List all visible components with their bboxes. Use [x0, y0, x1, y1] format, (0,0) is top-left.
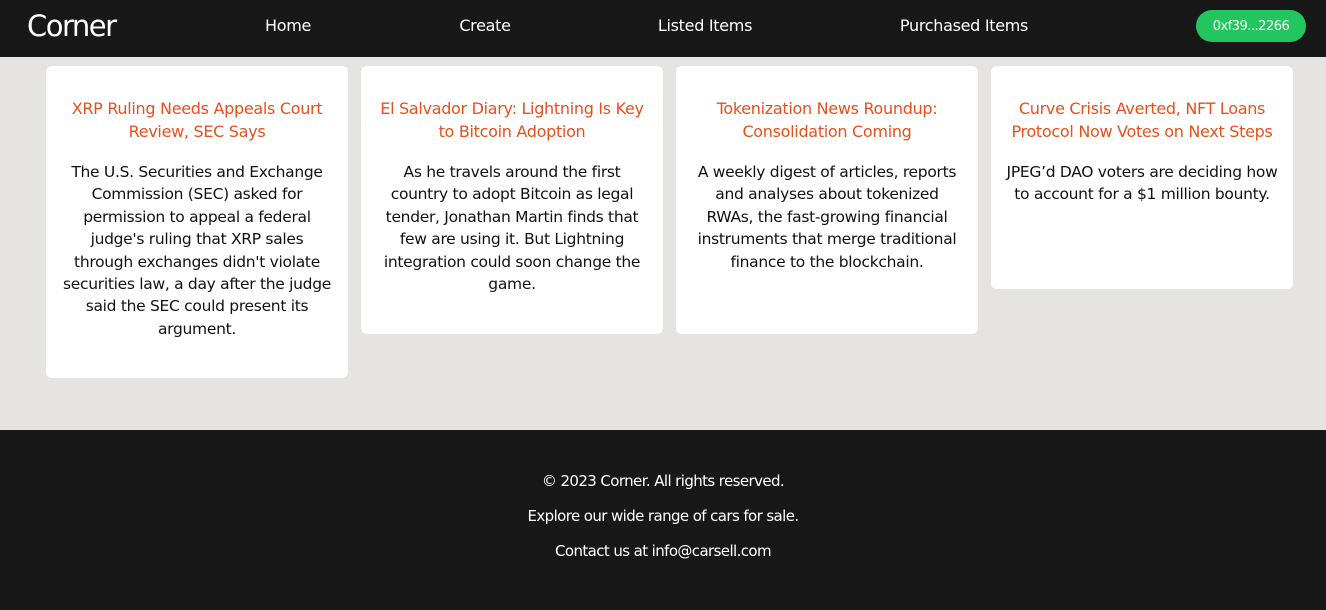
news-card-title[interactable]: El Salvador Diary: Lightning Is Key to B… [375, 98, 649, 143]
news-card[interactable]: El Salvador Diary: Lightning Is Key to B… [361, 66, 663, 334]
footer-contact: Contact us at info@carsell.com [555, 542, 772, 560]
news-card-title[interactable]: Tokenization News Roundup: Consolidation… [690, 98, 964, 143]
nav-link-home[interactable]: Home [265, 16, 311, 35]
news-card[interactable]: XRP Ruling Needs Appeals Court Review, S… [46, 66, 348, 378]
news-card-description: JPEG’d DAO voters are deciding how to ac… [1006, 163, 1278, 204]
news-card[interactable]: Tokenization News Roundup: Consolidation… [676, 66, 978, 334]
wallet-address-button[interactable]: 0xf39...2266 [1196, 10, 1306, 42]
nav-link-create[interactable]: Create [459, 16, 511, 35]
news-card-description: A weekly digest of articles, reports and… [697, 163, 957, 271]
page-footer: © 2023 Corner. All rights reserved. Expl… [0, 430, 1326, 610]
top-navbar: Corner Home Create Listed Items Purchase… [0, 0, 1326, 57]
news-card-title[interactable]: Curve Crisis Averted, NFT Loans Protocol… [1005, 98, 1279, 143]
nav-link-listed-items[interactable]: Listed Items [658, 16, 753, 35]
nav-link-purchased-items[interactable]: Purchased Items [900, 16, 1028, 35]
news-card-description: The U.S. Securities and Exchange Commiss… [63, 163, 331, 338]
brand-logo[interactable]: Corner [27, 9, 117, 43]
news-card-description: As he travels around the first country t… [383, 163, 641, 294]
news-card-title[interactable]: XRP Ruling Needs Appeals Court Review, S… [60, 98, 334, 143]
news-card[interactable]: Curve Crisis Averted, NFT Loans Protocol… [991, 66, 1293, 289]
footer-tagline: Explore our wide range of cars for sale. [527, 507, 800, 525]
footer-copyright: © 2023 Corner. All rights reserved. [541, 472, 785, 490]
